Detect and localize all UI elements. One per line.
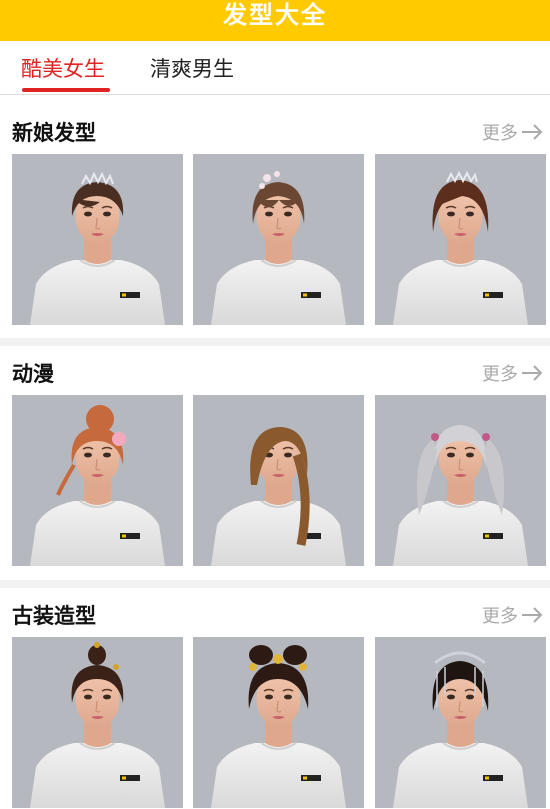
section-divider <box>0 338 550 346</box>
hairstyle-thumbnail[interactable] <box>12 154 183 325</box>
thumbnail-row <box>0 395 550 566</box>
hairstyle-thumbnail[interactable] <box>375 395 546 566</box>
more-label: 更多 <box>482 364 518 385</box>
section-title: 动漫 <box>12 362 54 386</box>
more-label: 更多 <box>482 606 518 627</box>
active-tab-indicator <box>22 88 110 92</box>
hairstyle-thumbnail[interactable] <box>375 154 546 325</box>
page-title: 发型大全 <box>223 1 327 29</box>
hairstyle-thumbnail[interactable] <box>193 395 364 566</box>
hairstyle-thumbnail[interactable] <box>193 154 364 325</box>
hairstyle-thumbnail[interactable] <box>12 395 183 566</box>
arrow-right-icon <box>522 365 543 381</box>
arrow-right-icon <box>522 124 543 140</box>
more-link[interactable]: 更多 <box>482 360 544 386</box>
thumbnail-row <box>0 154 550 325</box>
app-header: 发型大全 <box>0 0 550 41</box>
thumbnail-row <box>0 637 550 808</box>
section-costume: 古装造型 更多 <box>0 588 550 809</box>
more-link[interactable]: 更多 <box>482 119 544 145</box>
more-label: 更多 <box>482 123 518 144</box>
arrow-right-icon <box>522 607 543 623</box>
section-anime: 动漫 更多 <box>0 346 550 588</box>
tab-fresh-boys[interactable]: 清爽男生 <box>150 53 234 83</box>
section-divider <box>0 580 550 588</box>
more-link[interactable]: 更多 <box>482 602 544 628</box>
section-title: 古装造型 <box>12 604 96 628</box>
tab-cool-girls[interactable]: 酷美女生 <box>21 53 105 83</box>
hairstyle-thumbnail[interactable] <box>193 637 364 808</box>
hairstyle-thumbnail[interactable] <box>375 637 546 808</box>
hairstyle-thumbnail[interactable] <box>12 637 183 808</box>
category-tabs: 酷美女生 清爽男生 <box>0 41 550 95</box>
section-bridal-hair: 新娘发型 更多 <box>0 95 550 345</box>
section-title: 新娘发型 <box>12 121 96 145</box>
